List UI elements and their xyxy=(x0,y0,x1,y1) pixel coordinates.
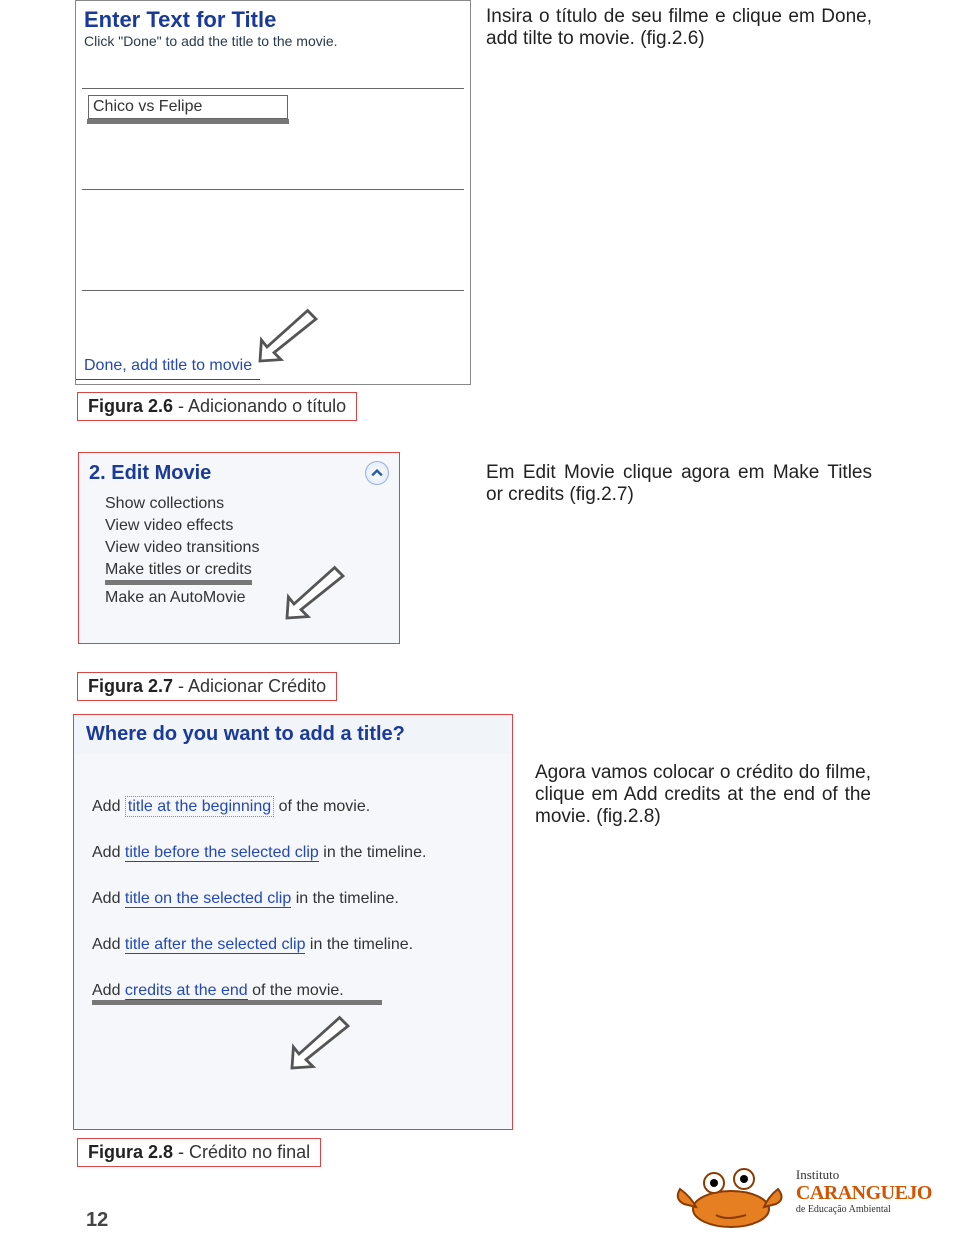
input-highlight-bar xyxy=(87,119,289,124)
page-number: 12 xyxy=(86,1209,108,1232)
figure-2-7-screenshot: 2. Edit Movie Show collections View vide… xyxy=(78,452,400,644)
task-view-video-transitions[interactable]: View video transitions xyxy=(105,537,399,559)
figure-2-8-screenshot: Where do you want to add a title? Add ti… xyxy=(73,714,513,1130)
enter-title-heading: Enter Text for Title xyxy=(76,1,470,33)
done-add-title-link[interactable]: Done, add title to movie xyxy=(76,353,260,380)
figure-2-7-caption-num: Figura 2.7 xyxy=(88,676,173,696)
subtitle-text-input[interactable] xyxy=(82,190,464,291)
figure-2-6-caption-text: - Adicionando o título xyxy=(173,396,346,416)
edit-movie-header: 2. Edit Movie xyxy=(89,462,211,485)
title-wizard-heading: Where do you want to add a title? xyxy=(74,715,512,754)
task-make-titles-or-credits[interactable]: Make titles or credits xyxy=(105,559,399,587)
add-title-beginning-link[interactable]: Add title at the beginning of the movie. xyxy=(74,784,512,830)
enter-title-subtext: Click "Done" to add the title to the mov… xyxy=(76,33,470,55)
add-title-before-clip-link[interactable]: Add title before the selected clip in th… xyxy=(74,830,512,876)
task-show-collections[interactable]: Show collections xyxy=(105,493,399,515)
figure-2-7-caption-text: - Adicionar Crédito xyxy=(173,676,326,696)
task-make-automovie[interactable]: Make an AutoMovie xyxy=(105,587,399,609)
logo-line3: de Educação Ambiental xyxy=(796,1204,932,1215)
figure-2-8-caption-text: - Crédito no final xyxy=(173,1142,310,1162)
figure-2-8-caption-num: Figura 2.8 xyxy=(88,1142,173,1162)
instruction-text-2: Em Edit Movie clique agora em Make Title… xyxy=(486,462,872,506)
instituto-caranguejo-logo: Instituto CARANGUEJO de Educação Ambient… xyxy=(666,1149,932,1234)
figure-2-7-caption: Figura 2.7 - Adicionar Crédito xyxy=(77,672,337,701)
add-title-after-clip-link[interactable]: Add title after the selected clip in the… xyxy=(74,922,512,968)
chevron-up-icon[interactable] xyxy=(365,461,389,485)
logo-line1: Instituto xyxy=(796,1168,932,1182)
task-view-video-effects[interactable]: View video effects xyxy=(105,515,399,537)
title-text-input[interactable]: Chico vs Felipe xyxy=(88,95,288,119)
add-credits-end-link[interactable]: Add credits at the end of the movie. xyxy=(74,968,512,1002)
credits-highlight-bar xyxy=(92,1000,382,1005)
instruction-text-1: Insira o título de seu filme e clique em… xyxy=(486,6,872,50)
figure-2-8-caption: Figura 2.8 - Crédito no final xyxy=(77,1138,321,1167)
figure-2-6-caption-num: Figura 2.6 xyxy=(88,396,173,416)
add-title-on-clip-link[interactable]: Add title on the selected clip in the ti… xyxy=(74,876,512,922)
logo-line2: CARANGUEJO xyxy=(796,1182,932,1204)
crab-mascot-icon xyxy=(666,1149,786,1234)
instruction-text-3: Agora vamos colocar o crédito do filme, … xyxy=(535,762,871,828)
figure-2-6-caption: Figura 2.6 - Adicionando o título xyxy=(77,392,357,421)
figure-2-6-screenshot: Enter Text for Title Click "Done" to add… xyxy=(75,0,471,385)
